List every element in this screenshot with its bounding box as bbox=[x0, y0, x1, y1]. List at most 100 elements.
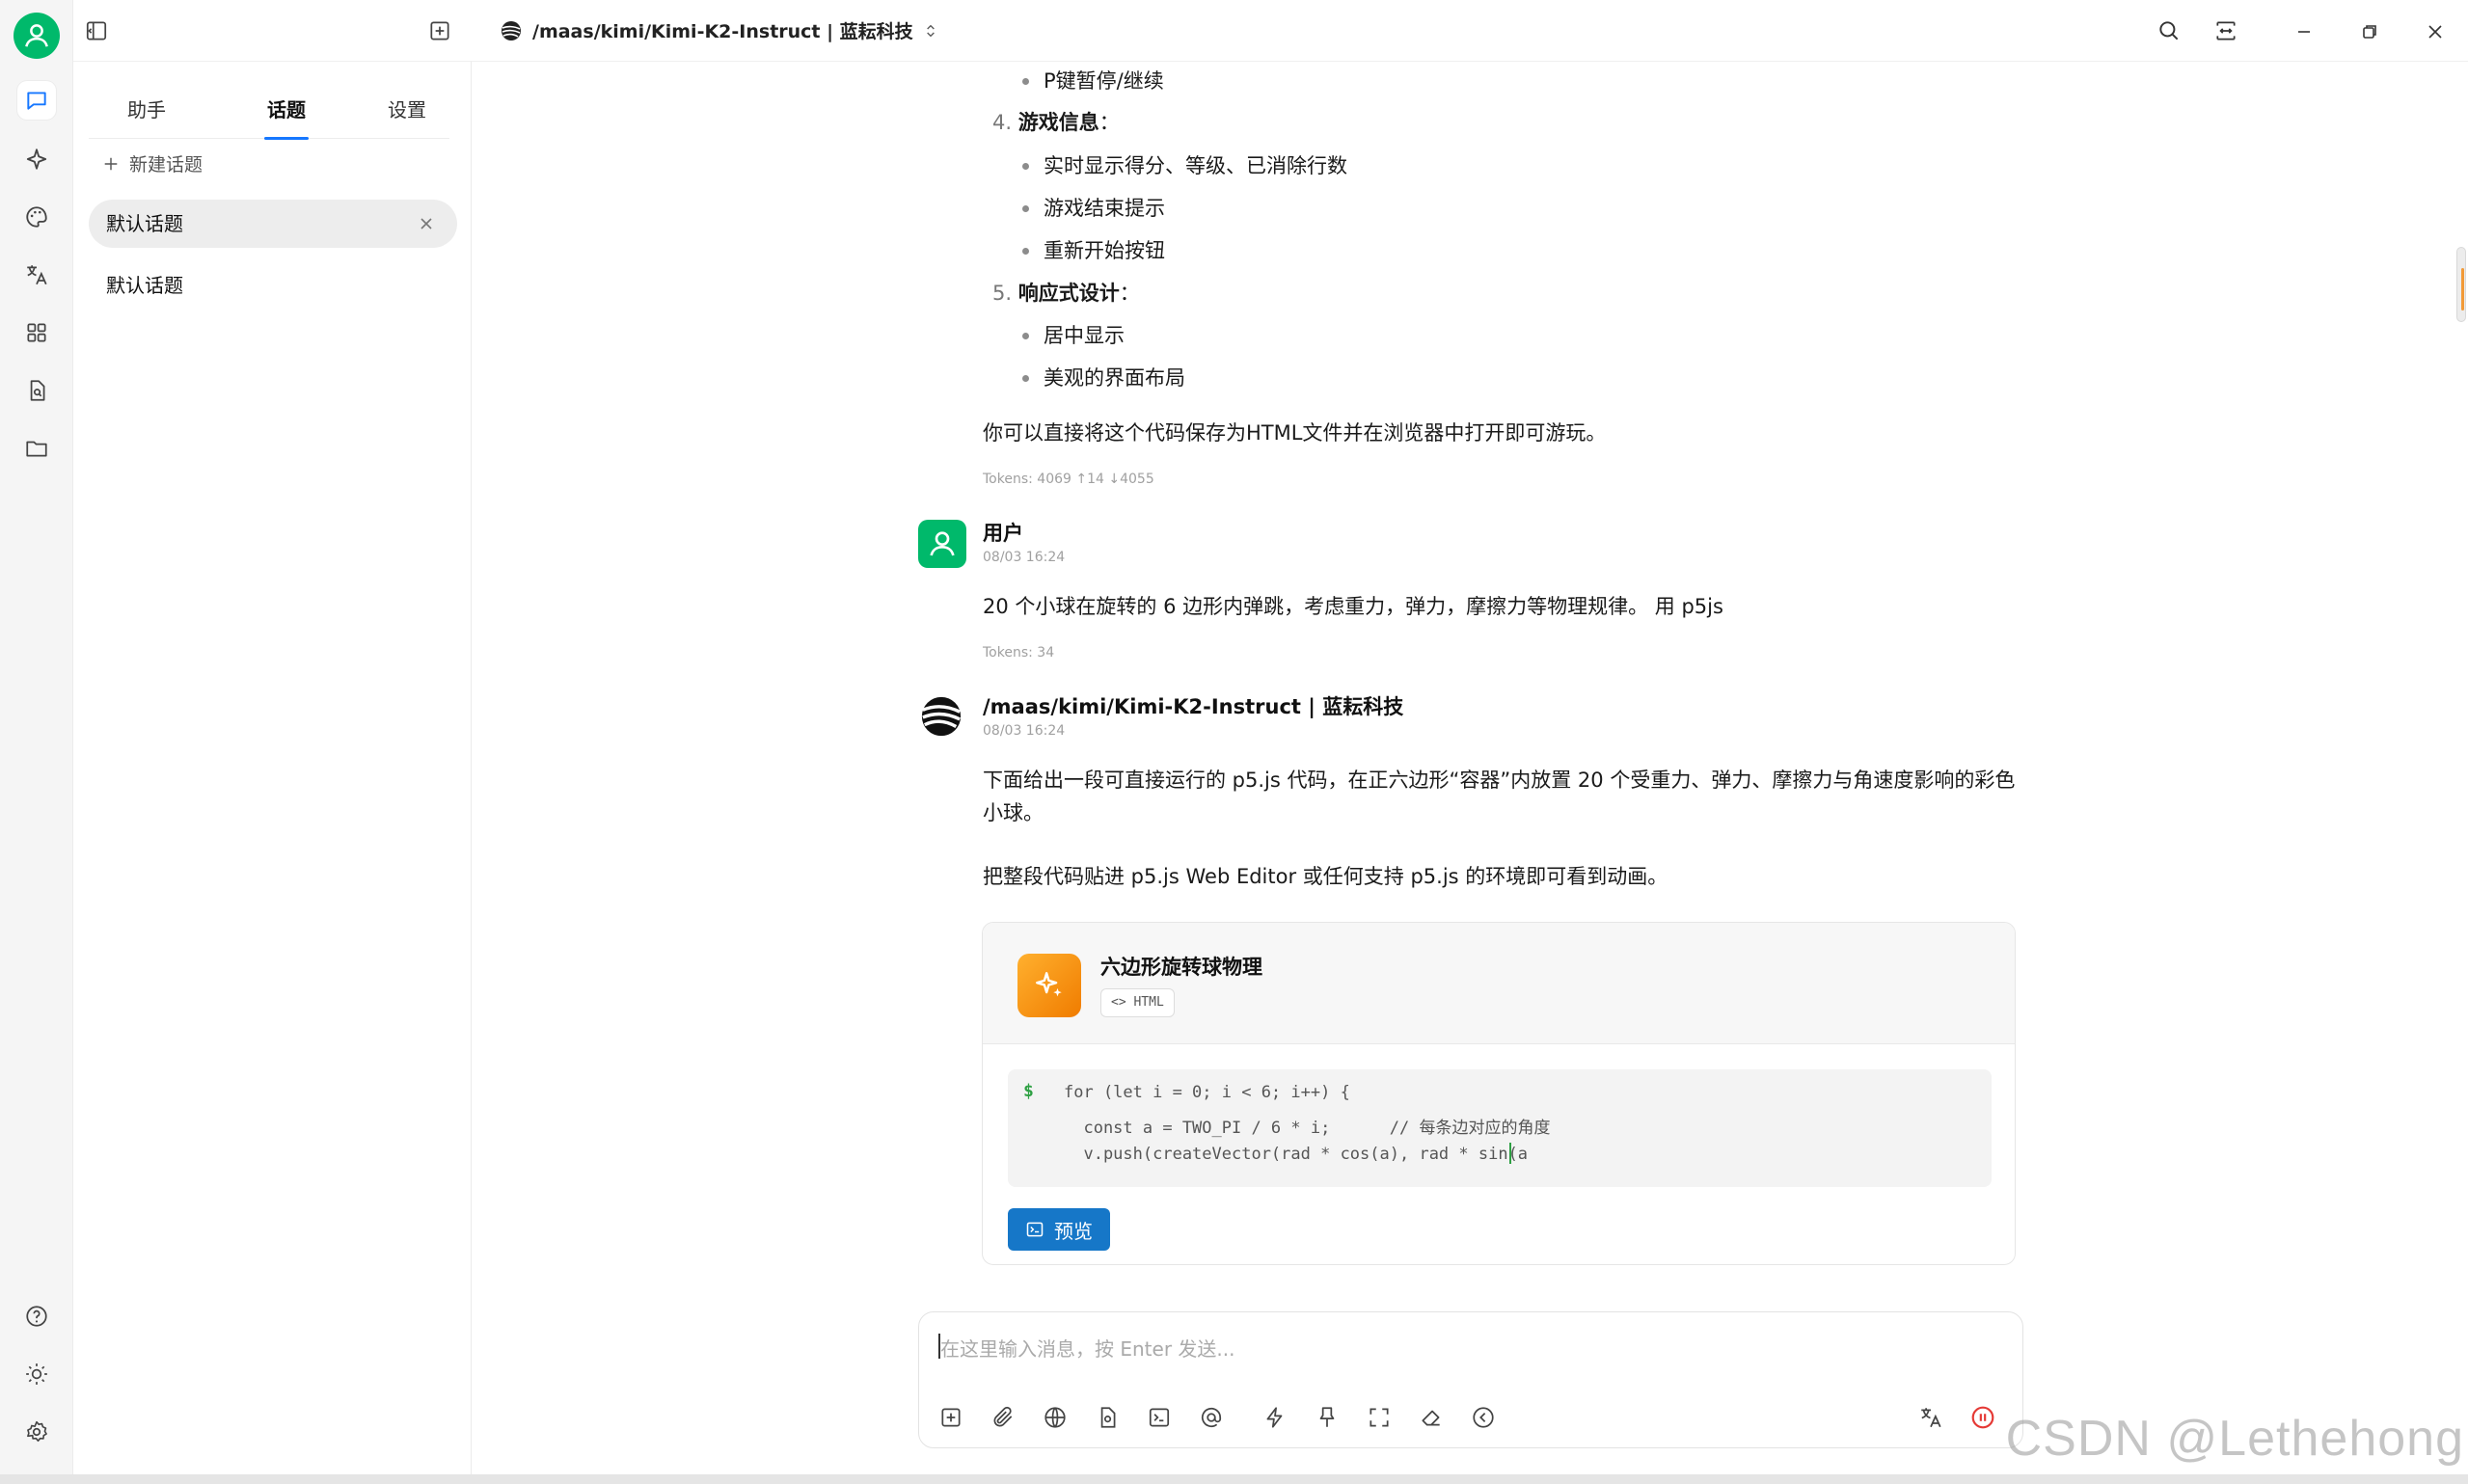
model-selector[interactable]: /maas/kimi/Kimi-K2-Instruct | 蓝耘科技 bbox=[500, 17, 938, 43]
new-chat-button[interactable] bbox=[422, 13, 457, 48]
close-icon bbox=[2428, 25, 2442, 39]
new-topic-button[interactable]: 新建话题 bbox=[102, 150, 203, 176]
quick-phrase-button[interactable] bbox=[1259, 1401, 1291, 1434]
web-search-button[interactable] bbox=[1039, 1401, 1071, 1434]
topic-label: 默认话题 bbox=[106, 274, 183, 297]
topic-label: 默认话题 bbox=[106, 212, 183, 235]
message-input[interactable]: 在这里输入消息，按 Enter 发送... bbox=[940, 1334, 1234, 1362]
expand-icon bbox=[1370, 1408, 1389, 1427]
collapse-button[interactable] bbox=[1467, 1401, 1500, 1434]
new-chat-icon bbox=[941, 1408, 961, 1427]
chevron-left-circle-icon bbox=[1473, 1407, 1494, 1428]
topic-item[interactable]: 默认话题 bbox=[89, 261, 457, 310]
model-title-text: /maas/kimi/Kimi-K2-Instruct | 蓝耘科技 bbox=[532, 21, 913, 42]
artifact-header[interactable]: 六边形旋转球物理 <> HTML bbox=[983, 923, 2015, 1044]
user-message-text: 20 个小球在旋转的 6 边形内弹跳，考虑重力，弹力，摩擦力等物理规律。 用 p… bbox=[983, 595, 1723, 618]
scroll-position-marker bbox=[2461, 268, 2464, 310]
terminal-icon bbox=[1149, 1408, 1170, 1427]
new-topic-button[interactable] bbox=[935, 1401, 967, 1434]
plus-icon bbox=[104, 157, 118, 170]
sun-icon bbox=[26, 1363, 47, 1385]
model-logo-icon bbox=[502, 20, 521, 40]
mention-button[interactable] bbox=[1195, 1401, 1228, 1434]
file-search-icon bbox=[30, 380, 45, 401]
translate-input-button[interactable] bbox=[1914, 1401, 1947, 1434]
list-bullet bbox=[1022, 78, 1029, 85]
list-bullet bbox=[1022, 248, 1029, 255]
code-block[interactable]: $ for (let i = 0; i < 6; i++) { const a … bbox=[1008, 1069, 1992, 1187]
mcp-button[interactable] bbox=[1143, 1401, 1176, 1434]
close-icon[interactable] bbox=[417, 214, 436, 233]
clear-button[interactable] bbox=[1415, 1401, 1448, 1434]
message-time: 08/03 16:24 bbox=[983, 550, 1066, 565]
user-name: 用户 bbox=[983, 522, 1023, 545]
rail-chat-button[interactable] bbox=[17, 81, 56, 120]
list-item: 重新开始按钮 bbox=[1044, 239, 1165, 262]
preview-button[interactable]: 预览 bbox=[1008, 1208, 1110, 1251]
rail-settings-button[interactable] bbox=[17, 1413, 56, 1451]
list-bullet bbox=[1022, 375, 1029, 382]
section-title: 响应式设计 bbox=[1017, 282, 1120, 305]
message-time: 08/03 16:24 bbox=[983, 723, 1066, 739]
restore-icon bbox=[2363, 25, 2376, 39]
rail-paint-button[interactable] bbox=[17, 198, 56, 236]
artifact-card: 六边形旋转球物理 <> HTML $ for (let i = 0; i < 6… bbox=[982, 922, 2016, 1265]
brush-icon bbox=[1319, 1407, 1335, 1427]
reply-closing-text: 你可以直接将这个代码保存为HTML文件并在浏览器中打开即可游玩。 bbox=[983, 421, 1607, 445]
artifact-title: 六边形旋转球物理 bbox=[1100, 956, 1262, 979]
user-icon bbox=[25, 24, 48, 47]
layout-button[interactable] bbox=[2209, 13, 2243, 48]
user-avatar[interactable] bbox=[918, 520, 966, 568]
model-message-text: 把整段代码贴进 p5.js Web Editor 或任何支持 p5.js 的环境… bbox=[983, 865, 1668, 888]
rail-apps-button[interactable] bbox=[17, 313, 56, 352]
list-item: 居中显示 bbox=[1044, 324, 1125, 347]
help-icon bbox=[26, 1306, 47, 1327]
sidebar-toggle-icon bbox=[86, 21, 107, 40]
close-window-button[interactable] bbox=[2421, 17, 2450, 46]
list-number: 4. bbox=[992, 111, 1013, 134]
list-item: 游戏结束提示 bbox=[1044, 197, 1165, 220]
list-bullet bbox=[1022, 333, 1029, 339]
top-bar: /maas/kimi/Kimi-K2-Instruct | 蓝耘科技 bbox=[73, 0, 2468, 62]
user-avatar[interactable] bbox=[14, 13, 60, 59]
rail-folder-button[interactable] bbox=[17, 429, 56, 468]
rail-agents-button[interactable] bbox=[17, 140, 56, 178]
tab-settings[interactable]: 设置 bbox=[349, 94, 465, 122]
globe-icon bbox=[1044, 1407, 1066, 1428]
list-bullet bbox=[1022, 205, 1029, 212]
list-number: 5. bbox=[992, 282, 1013, 305]
pin-button[interactable] bbox=[1311, 1401, 1343, 1434]
stop-generation-button[interactable] bbox=[1966, 1401, 1999, 1434]
model-name: /maas/kimi/Kimi-K2-Instruct | 蓝耘科技 bbox=[983, 695, 1404, 718]
colon: ： bbox=[1119, 282, 1140, 305]
search-button[interactable] bbox=[2152, 13, 2186, 48]
rail-help-button[interactable] bbox=[17, 1297, 56, 1336]
list-item: 实时显示得分、等级、已消除行数 bbox=[1044, 154, 1347, 177]
toggle-sidebar-button[interactable] bbox=[79, 13, 114, 48]
topic-item[interactable]: 默认话题 bbox=[89, 200, 457, 248]
new-topic-label: 新建话题 bbox=[129, 154, 203, 175]
translate-icon bbox=[27, 265, 47, 285]
rail-theme-button[interactable] bbox=[17, 1355, 56, 1393]
attach-button[interactable] bbox=[987, 1401, 1019, 1434]
minimize-button[interactable] bbox=[2290, 17, 2319, 46]
chat-area: P键暂停/继续 4. 游戏信息： 实时显示得分、等级、已消除行数 游戏结束提示 … bbox=[473, 62, 2468, 1484]
fullscreen-button[interactable] bbox=[1363, 1401, 1396, 1434]
model-message-text: 下面给出一段可直接运行的 p5.js 代码，在正六边形“容器”内放置 20 个受… bbox=[983, 769, 2016, 824]
terminal-icon bbox=[1026, 1222, 1044, 1237]
apps-grid-icon bbox=[27, 323, 46, 342]
gear-icon bbox=[27, 1420, 47, 1443]
code-line: v.push(createVector(rad * cos(a), rad * … bbox=[1064, 1145, 1529, 1164]
restore-button[interactable] bbox=[2355, 17, 2384, 46]
knowledge-button[interactable] bbox=[1091, 1401, 1124, 1434]
app-window: /maas/kimi/Kimi-K2-Instruct | 蓝耘科技 助手 话题… bbox=[0, 0, 2468, 1484]
file-search-icon bbox=[1100, 1407, 1116, 1428]
eraser-icon bbox=[1422, 1410, 1440, 1426]
rail-files-button[interactable] bbox=[17, 371, 56, 410]
rail-translate-button[interactable] bbox=[17, 256, 56, 294]
tab-assistant[interactable]: 助手 bbox=[89, 94, 204, 122]
layout-icon bbox=[2216, 21, 2236, 40]
tab-topics[interactable]: 话题 bbox=[229, 94, 344, 122]
user-icon bbox=[930, 531, 955, 556]
preview-label: 预览 bbox=[1054, 1219, 1093, 1243]
